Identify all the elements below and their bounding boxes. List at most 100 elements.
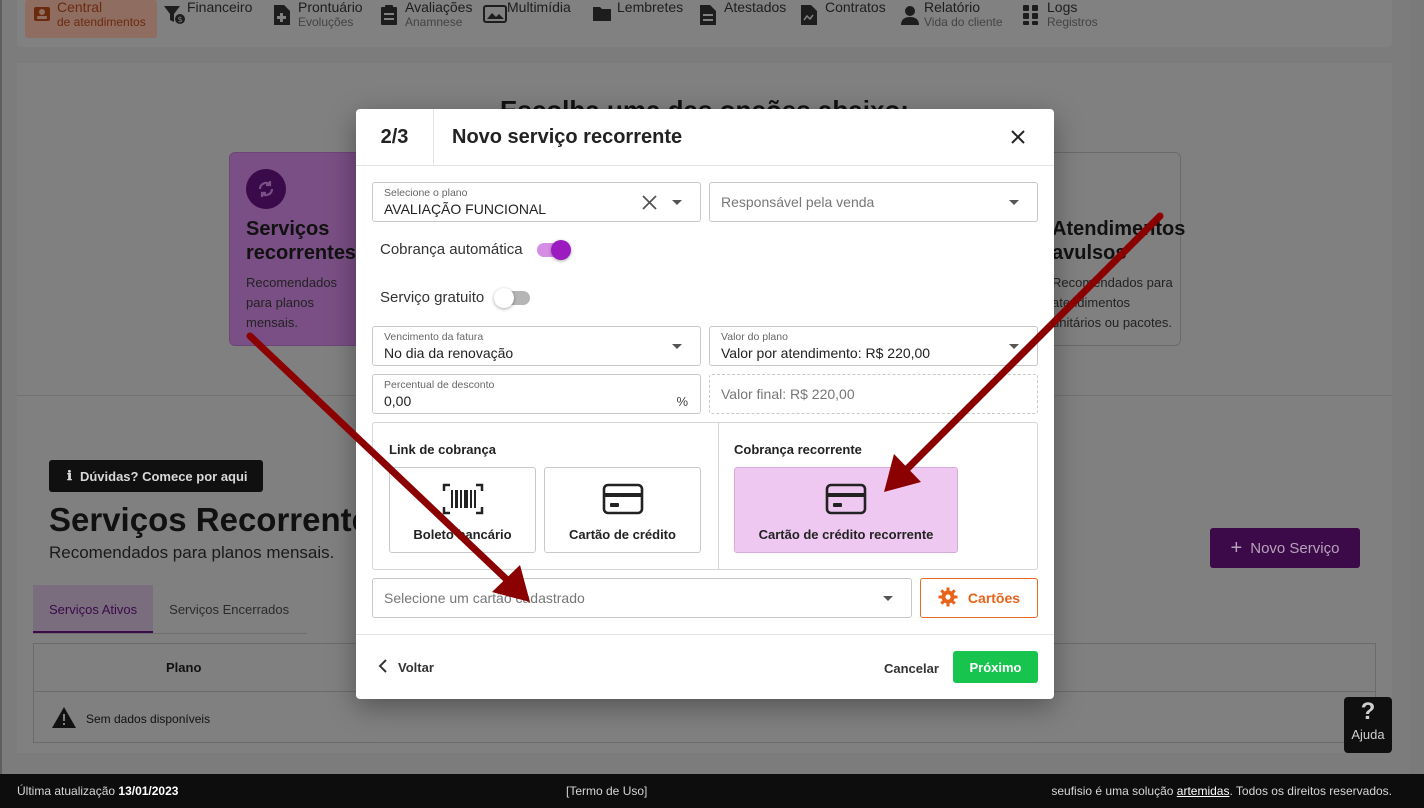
service-tabs: Serviços Ativos Serviços Encerrados <box>33 585 305 633</box>
nav-lembretes[interactable]: Lembretes <box>593 0 683 38</box>
empty-state: Sem dados disponíveis <box>52 707 210 731</box>
final-value-field: Valor final: R$ 220,00 <box>709 374 1038 414</box>
nav-sub: Evoluções <box>298 15 354 29</box>
nav-sub: de atendimentos <box>57 15 146 29</box>
nav-sub: Anamnese <box>405 15 463 29</box>
next-button[interactable]: Próximo <box>953 651 1038 683</box>
credit-card-label: Cartão de crédito <box>569 527 676 542</box>
due-date-select[interactable]: Vencimento da fatura No dia da renovação <box>372 326 701 366</box>
saved-card-select[interactable]: Selecione um cartão cadastrado <box>372 578 912 618</box>
boleto-label: Boleto bancário <box>413 527 512 542</box>
help-start-button[interactable]: ℹ Dúvidas? Comece por aqui <box>49 460 263 492</box>
help-float-button[interactable]: ? Ajuda <box>1344 697 1392 753</box>
document-icon <box>700 5 718 25</box>
payment-method-box: Link de cobrança Cobrança recorrente Bol… <box>372 422 1038 570</box>
percent-suffix: % <box>676 394 688 409</box>
payment-divider <box>718 423 719 569</box>
page-title: Serviços Recorrentes <box>49 501 389 538</box>
nav-label: Atestados <box>724 0 787 15</box>
auto-billing-label: Cobrança automática <box>380 241 523 258</box>
nav-label: Lembretes <box>617 0 684 15</box>
plan-select[interactable]: Selecione o plano AVALIAÇÃO FUNCIONAL <box>372 182 701 222</box>
free-service-row: Serviço gratuito <box>380 287 531 308</box>
chevron-down-icon[interactable] <box>1009 344 1019 349</box>
due-date-value: No dia da renovação <box>384 345 514 361</box>
footer-right-prefix: seufisio é uma solução <box>1051 784 1177 798</box>
free-service-toggle[interactable] <box>494 287 531 308</box>
new-service-button[interactable]: + Novo Serviço <box>1210 528 1360 568</box>
cancel-button[interactable]: Cancelar <box>884 661 939 676</box>
cards-button[interactable]: Cartões <box>920 578 1038 618</box>
question-icon: ? <box>1360 698 1376 725</box>
chevron-down-icon[interactable] <box>672 200 682 205</box>
nav-label: Avaliações <box>405 0 473 15</box>
final-value-text: Valor final: R$ 220,00 <box>721 386 855 402</box>
nav-avaliacoes[interactable]: Avaliações Anamnese <box>381 0 472 38</box>
footer-updated-date: 13/01/2023 <box>118 784 179 798</box>
clear-icon[interactable] <box>641 194 658 211</box>
nav-label: Relatório <box>924 0 981 15</box>
help-pill-label: Dúvidas? Comece por aqui <box>79 468 248 484</box>
auto-billing-row: Cobrança automática <box>380 239 571 260</box>
nav-relatorio[interactable]: Relatório Vida do cliente <box>900 0 1003 38</box>
footer-brand-link[interactable]: artemidas <box>1177 784 1230 798</box>
person-badge-icon <box>33 5 51 23</box>
chevron-down-icon[interactable] <box>672 344 682 349</box>
option-card-desc: Recomendados para planos mensais. <box>246 275 338 330</box>
auto-billing-toggle[interactable] <box>536 239 571 260</box>
left-edge <box>0 0 2 774</box>
info-icon: ℹ <box>67 468 72 483</box>
option-card-title: Serviços recorrentes <box>246 218 357 264</box>
recurring-card-option[interactable]: Cartão de crédito recorrente <box>734 467 958 553</box>
folder-icon <box>593 5 611 23</box>
boleto-option[interactable]: Boleto bancário <box>389 467 536 553</box>
due-date-label: Vencimento da fatura <box>384 331 484 343</box>
tab-active-services[interactable]: Serviços Ativos <box>33 585 154 633</box>
user-icon <box>900 5 919 25</box>
credit-card-icon <box>825 482 867 516</box>
new-service-label: Novo Serviço <box>1250 539 1340 557</box>
new-recurring-service-modal: 2/3 Novo serviço recorrente Selecione o … <box>356 109 1054 699</box>
nav-prontuario[interactable]: Prontuário Evoluções <box>274 0 363 38</box>
nav-logs[interactable]: Logs Registros <box>1023 0 1098 38</box>
nav-label: Multimídia <box>507 0 571 15</box>
top-nav: Central de atendimentos $ Financeiro Pron… <box>17 0 1392 47</box>
plan-select-value: AVALIAÇÃO FUNCIONAL <box>384 201 547 217</box>
discount-label: Percentual de desconto <box>384 379 495 391</box>
chevron-down-icon[interactable] <box>883 596 893 601</box>
plus-icon: + <box>1230 536 1243 559</box>
toggle-knob <box>550 239 571 260</box>
discount-input[interactable]: Percentual de desconto 0,00 % <box>372 374 701 414</box>
nav-contratos[interactable]: Contratos <box>801 0 886 38</box>
nav-central[interactable]: Central de atendimentos <box>25 0 157 38</box>
footer-updated: Última atualização 13/01/2023 <box>17 784 178 798</box>
images-icon <box>483 5 507 23</box>
modal-title: Novo serviço recorrente <box>452 126 683 148</box>
back-button[interactable]: Voltar <box>378 659 434 676</box>
toggle-knob <box>494 287 515 308</box>
svg-text:$: $ <box>177 15 182 24</box>
nav-multimidia[interactable]: Multimídia <box>483 0 571 38</box>
credit-card-option[interactable]: Cartão de crédito <box>544 467 701 553</box>
page-subtitle: Recomendados para planos mensais. <box>49 543 335 562</box>
link-section-title: Link de cobrança <box>389 442 496 457</box>
medical-file-icon <box>274 5 292 25</box>
footer-terms-link[interactable]: [Termo de Uso] <box>566 784 647 798</box>
credit-card-icon <box>602 482 644 516</box>
footer-right-suffix: . Todos os direitos reservados. <box>1229 784 1392 798</box>
tab-closed-services[interactable]: Serviços Encerrados <box>153 585 305 633</box>
contract-icon <box>801 5 819 25</box>
option-card-title: Atendimentos avulsos <box>1052 218 1186 264</box>
nav-label: Logs <box>1047 0 1078 15</box>
nav-financeiro[interactable]: $ Financeiro <box>163 0 252 38</box>
cards-button-label: Cartões <box>967 590 1021 606</box>
close-icon[interactable] <box>1008 127 1028 147</box>
chevron-down-icon[interactable] <box>1009 200 1019 205</box>
nav-sub: Vida do cliente <box>924 15 1003 29</box>
table-header-plan: Plano <box>166 660 202 675</box>
seller-select[interactable]: Responsável pela venda <box>709 182 1038 222</box>
nav-atestados[interactable]: Atestados <box>700 0 786 38</box>
page-scrollbar[interactable] <box>1410 0 1424 774</box>
empty-text: Sem dados disponíveis <box>86 712 211 726</box>
plan-value-select[interactable]: Valor do plano Valor por atendimento: R$… <box>709 326 1038 366</box>
